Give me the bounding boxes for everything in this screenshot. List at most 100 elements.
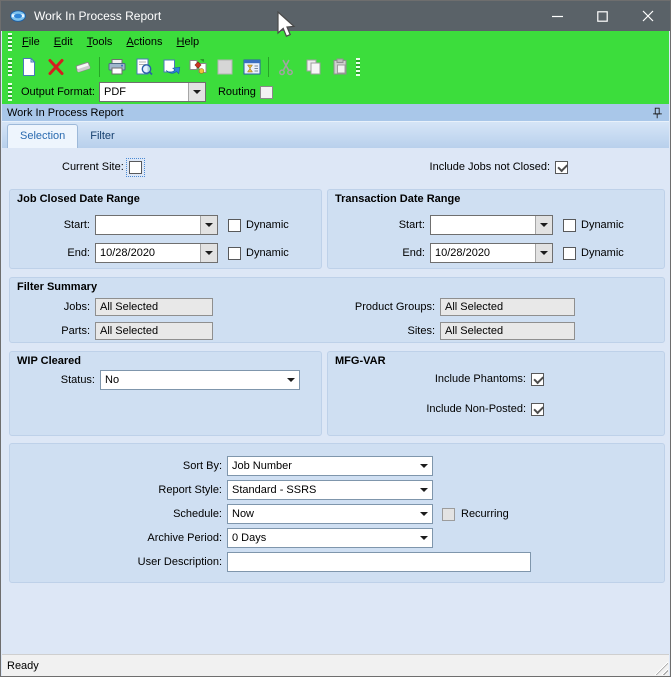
send-report-icon [163,59,180,74]
chevron-down-icon [419,464,428,468]
wip-status-combo[interactable]: No [100,370,300,390]
job-closed-end-combo[interactable]: 10/28/2020 [95,243,218,263]
transaction-start-combo[interactable] [430,215,553,235]
toolbar [2,53,669,80]
menu-help[interactable]: Help [170,34,207,50]
schedule-combo[interactable]: Now [227,504,433,524]
delete-button[interactable] [42,55,69,79]
include-non-posted-row: Include Non-Posted: [328,399,664,419]
blank-disabled-button [211,55,238,79]
include-non-posted-checkbox[interactable] [531,402,544,416]
archive-period-combo[interactable]: 0 Days [227,528,433,548]
auto-hide-pin-icon[interactable] [650,106,664,120]
current-site-checkbox[interactable] [125,157,145,177]
jobs-summary-field: All Selected [95,298,213,316]
print-preview-button[interactable] [130,55,157,79]
menu-tools[interactable]: Tools [80,34,120,50]
output-format-combo[interactable]: PDF [98,82,206,102]
job-closed-start-dynamic-checkbox[interactable] [228,218,241,232]
combo-dropdown-button[interactable] [415,505,432,523]
jobs-label: Jobs: [63,301,90,313]
tab-filter[interactable]: Filter [78,125,126,148]
schedule-button[interactable] [238,55,265,79]
menubar-grip[interactable] [8,33,12,51]
job-closed-end-row: End: 10/28/2020 Dynamic [10,243,321,263]
start-label: Start: [398,219,425,231]
combo-dropdown-button[interactable] [415,481,432,499]
maximize-button[interactable] [580,1,625,31]
toolbar-end-grip[interactable] [356,57,360,76]
filter-summary-group: Filter Summary Jobs: All Selected Produc… [9,277,665,343]
menu-edit[interactable]: Edit [47,34,80,50]
transaction-start-dynamic-checkbox[interactable] [563,218,576,232]
menu-actions[interactable]: Actions [119,34,169,50]
user-description-input[interactable] [227,552,531,572]
formatbar-grip[interactable] [8,83,12,101]
combo-dropdown-button[interactable] [535,216,552,234]
user-description-label: User Description: [137,556,222,568]
include-non-posted-label: Include Non-Posted: [426,403,526,415]
export-transfer-button[interactable] [184,55,211,79]
combo-dropdown-button[interactable] [200,216,217,234]
schedule-row: Schedule: Now Recurring [10,504,664,524]
selection-tab-page: Current Site: Include Jobs not Closed: J… [2,148,669,654]
parts-summary-value: All Selected [100,325,159,337]
report-style-label: Report Style: [158,484,222,496]
include-phantoms-checkbox[interactable] [531,372,544,386]
archive-period-label: Archive Period: [147,532,222,544]
mfg-var-title: MFG-VAR [335,355,386,367]
resize-grip[interactable] [654,661,668,675]
include-jobs-not-closed-checkbox[interactable] [555,160,568,174]
title-bar: Work In Process Report [1,1,670,31]
tab-selection[interactable]: Selection [7,124,79,148]
transaction-date-range-group: Transaction Date Range Start: Dynamic En… [327,189,665,269]
combo-dropdown-button[interactable] [535,244,552,262]
combo-dropdown-button[interactable] [415,457,432,475]
sort-by-combo[interactable]: Job Number [227,456,433,476]
report-options-group: Sort By: Job Number Report Style: Standa… [9,443,665,583]
recurring-label: Recurring [461,508,509,520]
close-button[interactable] [625,1,670,31]
combo-dropdown-button[interactable] [415,529,432,547]
transaction-end-row: End: 10/28/2020 Dynamic [328,243,664,263]
chevron-down-icon [419,512,428,516]
report-style-row: Report Style: Standard - SSRS [10,480,664,500]
combo-dropdown-button[interactable] [282,371,299,389]
clear-button[interactable] [69,55,96,79]
start-label: Start: [63,219,90,231]
status-text: Ready [7,659,39,672]
cut-button [272,55,299,79]
send-report-button[interactable] [157,55,184,79]
copy-icon [306,59,320,74]
paste-button [326,55,353,79]
combo-dropdown-button[interactable] [200,244,217,262]
routing-checkbox[interactable] [259,85,273,99]
chevron-down-icon [205,251,213,255]
toolbar-grip[interactable] [8,57,12,76]
transaction-end-dynamic-checkbox[interactable] [563,246,576,260]
print-preview-icon [136,58,153,75]
filter-summary-title: Filter Summary [17,281,98,293]
menu-bar: File Edit Tools Actions Help [2,31,669,53]
include-phantoms-label: Include Phantoms: [434,373,526,385]
minimize-button[interactable] [535,1,580,31]
schedule-value: Now [232,508,255,520]
sites-summary-field: All Selected [440,322,575,340]
job-closed-end-dynamic-checkbox[interactable] [228,246,241,260]
sites-summary-value: All Selected [445,325,504,337]
chevron-down-icon [540,251,548,255]
mfg-var-group: MFG-VAR Include Phantoms: Include Non-Po… [327,351,665,436]
report-style-combo[interactable]: Standard - SSRS [227,480,433,500]
maximize-icon [597,10,608,22]
new-report-button[interactable] [15,55,42,79]
job-closed-start-combo[interactable] [95,215,218,235]
menu-file[interactable]: File [15,34,47,50]
dynamic-label: Dynamic [581,247,624,259]
schedule-label: Schedule: [173,508,222,520]
print-button[interactable] [103,55,130,79]
wip-cleared-group: WIP Cleared Status: No [9,351,322,436]
combo-dropdown-button[interactable] [187,83,205,101]
transaction-end-combo[interactable]: 10/28/2020 [430,243,553,263]
command-area: File Edit Tools Actions Help Output Form… [2,31,669,104]
filter-summary-row-1: Jobs: All Selected Product Groups: All S… [10,297,664,317]
